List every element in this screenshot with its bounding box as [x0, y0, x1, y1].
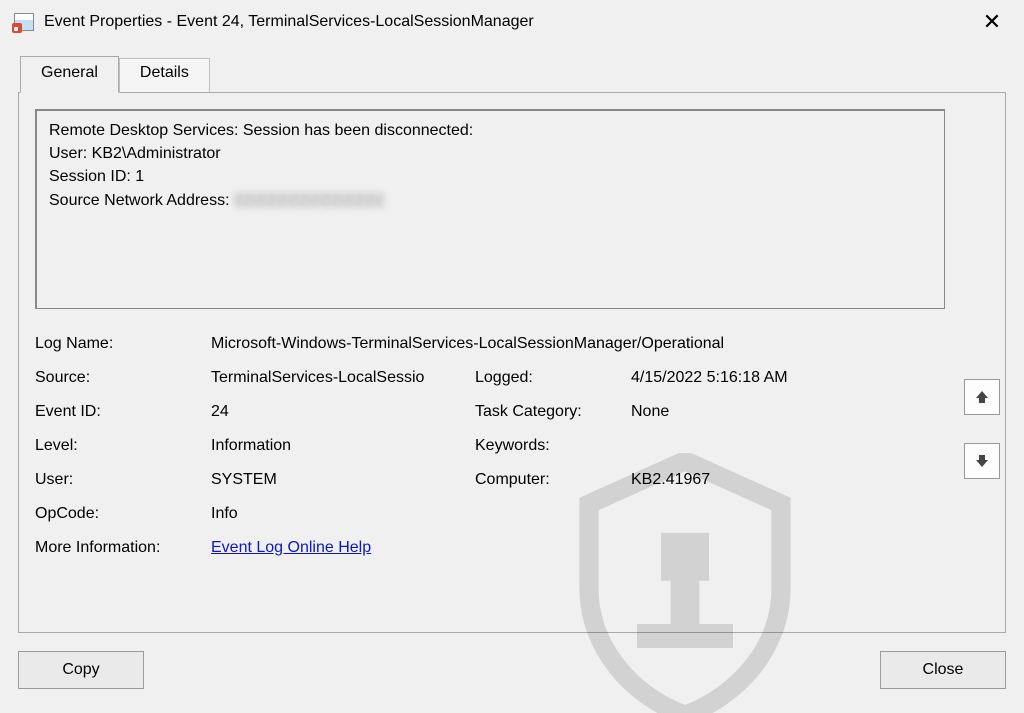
message-line: Session ID: 1	[49, 165, 932, 188]
label-user: User:	[35, 471, 211, 489]
label-logname: Log Name:	[35, 335, 211, 353]
label-opcode: OpCode:	[35, 505, 211, 523]
event-properties-window: Event Properties - Event 24, TerminalSer…	[0, 0, 1024, 713]
message-line: User: KB2\Administrator	[49, 142, 932, 165]
tab-general-label: General	[41, 64, 98, 81]
nav-buttons	[964, 379, 1000, 479]
previous-event-button[interactable]	[964, 379, 1000, 415]
tab-general[interactable]: General	[20, 56, 119, 93]
value-logname: Microsoft-Windows-TerminalServices-Local…	[211, 335, 945, 353]
label-eventid: Event ID:	[35, 403, 211, 421]
close-icon[interactable]: ✕	[970, 0, 1014, 44]
label-level: Level:	[35, 437, 211, 455]
close-button[interactable]: Close	[880, 651, 1006, 689]
tab-details-label: Details	[140, 64, 189, 81]
redacted-ip	[234, 192, 384, 208]
next-event-button[interactable]	[964, 443, 1000, 479]
tabstrip: General Details	[20, 56, 210, 92]
close-button-label: Close	[923, 661, 964, 679]
bottom-bar: Copy Close	[18, 645, 1006, 695]
value-opcode: Info	[211, 505, 945, 523]
label-logged: Logged:	[475, 369, 631, 387]
value-computer: KB2.41967	[631, 471, 945, 489]
arrow-up-icon	[974, 389, 990, 405]
label-keywords: Keywords:	[475, 437, 631, 455]
arrow-down-icon	[974, 453, 990, 469]
value-source: TerminalServices-LocalSessio	[211, 369, 475, 387]
copy-button[interactable]: Copy	[18, 651, 144, 689]
client-area: General Details Remote Desktop Services:…	[0, 44, 1024, 713]
message-line: Remote Desktop Services: Session has bee…	[49, 119, 932, 142]
copy-button-label: Copy	[62, 661, 99, 679]
app-icon	[14, 13, 34, 31]
event-message-box[interactable]: Remote Desktop Services: Session has bee…	[35, 109, 945, 309]
label-taskcat: Task Category:	[475, 403, 631, 421]
window-title: Event Properties - Event 24, TerminalSer…	[44, 13, 534, 31]
value-level: Information	[211, 437, 475, 455]
value-eventid: 24	[211, 403, 475, 421]
label-computer: Computer:	[475, 471, 631, 489]
event-log-online-help-link[interactable]: Event Log Online Help	[211, 539, 371, 556]
message-line-prefix: Source Network Address:	[49, 192, 234, 209]
event-details-grid: Log Name: Microsoft-Windows-TerminalServ…	[35, 327, 945, 565]
value-user: SYSTEM	[211, 471, 475, 489]
titlebar: Event Properties - Event 24, TerminalSer…	[0, 0, 1024, 44]
value-taskcat: None	[631, 403, 945, 421]
tab-details[interactable]: Details	[119, 58, 210, 93]
tab-panel-general: Remote Desktop Services: Session has bee…	[18, 92, 1006, 633]
message-line: Source Network Address:	[49, 189, 932, 212]
label-source: Source:	[35, 369, 211, 387]
label-moreinfo: More Information:	[35, 539, 211, 557]
value-logged: 4/15/2022 5:16:18 AM	[631, 369, 945, 387]
